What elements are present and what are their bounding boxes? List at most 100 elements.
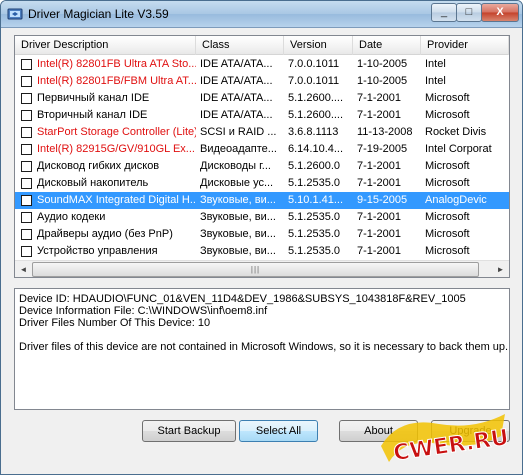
table-row[interactable]: Intel(R) 82801FB Ultra ATA Sto... IDE ATA… bbox=[15, 56, 509, 73]
row-checkbox[interactable] bbox=[21, 144, 32, 155]
scrollbar-thumb[interactable]: ||| bbox=[32, 262, 479, 277]
column-header-date[interactable]: Date bbox=[353, 36, 421, 55]
table-row[interactable]: Intel(R) 82801FB/FBM Ultra AT... IDE ATA/… bbox=[15, 73, 509, 90]
start-backup-button[interactable]: Start Backup bbox=[142, 420, 236, 442]
row-class: Дисководы г... bbox=[200, 160, 271, 172]
device-id-text: Device ID: HDAUDIO\FUNC_01&VEN_11D4&DEV_… bbox=[19, 293, 466, 305]
row-version: 3.6.8.1113 bbox=[288, 126, 339, 138]
maximize-button[interactable]: □ bbox=[456, 3, 482, 22]
row-version: 5.1.2535.0 bbox=[288, 177, 340, 189]
row-version: 5.1.2535.0 bbox=[288, 245, 340, 257]
row-class: IDE ATA/ATA... bbox=[200, 92, 273, 104]
select-all-button[interactable]: Select All bbox=[239, 420, 318, 442]
row-checkbox[interactable] bbox=[21, 76, 32, 87]
driver-files-count-text: Driver Files Number Of This Device: 10 bbox=[19, 317, 211, 329]
row-description: SoundMAX Integrated Digital H... bbox=[37, 194, 196, 206]
row-class: Дисковые ус... bbox=[200, 177, 274, 189]
horizontal-scrollbar[interactable]: ◄ ||| ► bbox=[15, 260, 509, 277]
row-date: 9-15-2005 bbox=[357, 194, 408, 206]
row-description: Вторичный канал IDE bbox=[37, 109, 148, 121]
table-row[interactable]: Intel(R) 82915G/GV/910GL Ex... Видеоадапт… bbox=[15, 141, 509, 158]
column-header-class[interactable]: Class bbox=[196, 36, 284, 55]
row-checkbox[interactable] bbox=[21, 127, 32, 138]
row-date: 7-1-2001 bbox=[357, 160, 402, 172]
row-class: IDE ATA/ATA... bbox=[200, 75, 273, 87]
row-date: 7-1-2001 bbox=[357, 245, 402, 257]
table-row[interactable]: Дисковый накопитель Дисковые ус... 5.1.253… bbox=[15, 175, 509, 192]
row-checkbox[interactable] bbox=[21, 93, 32, 104]
row-description: StarPort Storage Controller (Lite) bbox=[37, 126, 196, 138]
row-provider: Microsoft bbox=[425, 177, 470, 189]
row-date: 7-1-2001 bbox=[357, 228, 402, 240]
row-version: 5.10.1.41... bbox=[288, 194, 344, 206]
row-class: Видеоадапте... bbox=[200, 143, 277, 155]
app-icon bbox=[7, 8, 23, 20]
title-bar[interactable]: Driver Magician Lite V3.59 _ □ X bbox=[1, 1, 522, 28]
row-checkbox[interactable] bbox=[21, 110, 32, 121]
row-version: 7.0.0.1011 bbox=[288, 75, 340, 87]
row-provider: Microsoft bbox=[425, 211, 470, 223]
row-provider: Rocket Divis bbox=[425, 126, 487, 138]
device-info-panel: Device ID: HDAUDIO\FUNC_01&VEN_11D4&DEV_… bbox=[14, 288, 510, 410]
row-checkbox[interactable] bbox=[21, 161, 32, 172]
row-date: 7-1-2001 bbox=[357, 211, 402, 223]
scroll-left-icon[interactable]: ◄ bbox=[15, 261, 32, 277]
row-provider: Microsoft bbox=[425, 228, 470, 240]
table-row[interactable]: Аудио кодеки Звуковые, ви... 5.1.2535.0 7-1… bbox=[15, 209, 509, 226]
row-description: Драйверы аудио (без PnP) bbox=[37, 228, 173, 240]
row-class: Звуковые, ви... bbox=[200, 228, 276, 240]
minimize-button[interactable]: _ bbox=[431, 3, 457, 22]
row-provider: Intel bbox=[425, 58, 446, 70]
row-description: Intel(R) 82915G/GV/910GL Ex... bbox=[37, 143, 195, 155]
row-description: Intel(R) 82801FB/FBM Ultra AT... bbox=[37, 75, 196, 87]
row-date: 7-1-2001 bbox=[357, 109, 402, 121]
table-row[interactable]: Дисковод гибких дисков Дисководы г... 5.1.… bbox=[15, 158, 509, 175]
table-row[interactable]: Вторичный канал IDE IDE ATA/ATA... 5.1.260… bbox=[15, 107, 509, 124]
list-header: Driver Description Class Version Date Pr… bbox=[15, 36, 509, 55]
row-date: 1-10-2005 bbox=[357, 58, 408, 70]
row-checkbox[interactable] bbox=[21, 246, 32, 257]
row-checkbox[interactable] bbox=[21, 229, 32, 240]
row-description: Аудио кодеки bbox=[37, 211, 106, 223]
row-class: Звуковые, ви... bbox=[200, 211, 276, 223]
row-provider: Microsoft bbox=[425, 109, 470, 121]
scroll-right-icon[interactable]: ► bbox=[492, 261, 509, 277]
row-description: Дисковод гибких дисков bbox=[37, 160, 160, 172]
row-description: Дисковый накопитель bbox=[37, 177, 149, 189]
row-provider: Intel Corporat bbox=[425, 143, 492, 155]
window-title: Driver Magician Lite V3.59 bbox=[28, 7, 169, 21]
row-class: Звуковые, ви... bbox=[200, 245, 276, 257]
column-header-description[interactable]: Driver Description bbox=[15, 36, 196, 55]
column-header-version[interactable]: Version bbox=[284, 36, 353, 55]
row-provider: AnalogDevic bbox=[425, 194, 487, 206]
row-provider: Microsoft bbox=[425, 92, 470, 104]
row-version: 5.1.2600.... bbox=[288, 92, 344, 104]
backup-advice-text: Driver files of this device are not cont… bbox=[19, 341, 509, 353]
row-class: IDE ATA/ATA... bbox=[200, 58, 273, 70]
close-button[interactable]: X bbox=[481, 3, 519, 22]
row-version: 5.1.2600.0 bbox=[288, 160, 340, 172]
device-inf-text: Device Information File: C:\WINDOWS\inf\… bbox=[19, 305, 268, 317]
column-header-provider[interactable]: Provider bbox=[421, 36, 509, 55]
row-checkbox[interactable] bbox=[21, 59, 32, 70]
row-description: Первичный канал IDE bbox=[37, 92, 150, 104]
table-row[interactable]: Первичный канал IDE IDE ATA/ATA... 5.1.260… bbox=[15, 90, 509, 107]
table-row[interactable]: StarPort Storage Controller (Lite) SCSI и… bbox=[15, 124, 509, 141]
row-checkbox[interactable] bbox=[21, 178, 32, 189]
row-date: 11-13-2008 bbox=[357, 126, 413, 138]
row-provider: Microsoft bbox=[425, 160, 470, 172]
app-window: Driver Magician Lite V3.59 _ □ X Driver … bbox=[0, 0, 523, 475]
row-description: Intel(R) 82801FB Ultra ATA Sto... bbox=[37, 58, 196, 70]
table-row[interactable]: Устройство управления Звуковые, ви... 5.1.… bbox=[15, 243, 509, 260]
row-checkbox[interactable] bbox=[21, 195, 32, 206]
row-date: 7-19-2005 bbox=[357, 143, 408, 155]
row-class: Звуковые, ви... bbox=[200, 194, 276, 206]
row-version: 6.14.10.4... bbox=[288, 143, 344, 155]
row-class: SCSI и RAID ... bbox=[200, 126, 277, 138]
table-row[interactable]: Драйверы аудио (без PnP) Звуковые, ви... 5… bbox=[15, 226, 509, 243]
driver-list[interactable]: Driver Description Class Version Date Pr… bbox=[14, 35, 510, 278]
client-area: Driver Description Class Version Date Pr… bbox=[8, 32, 515, 468]
row-date: 1-10-2005 bbox=[357, 75, 408, 87]
row-checkbox[interactable] bbox=[21, 212, 32, 223]
table-row[interactable]: SoundMAX Integrated Digital H... Звуковые… bbox=[15, 192, 509, 209]
